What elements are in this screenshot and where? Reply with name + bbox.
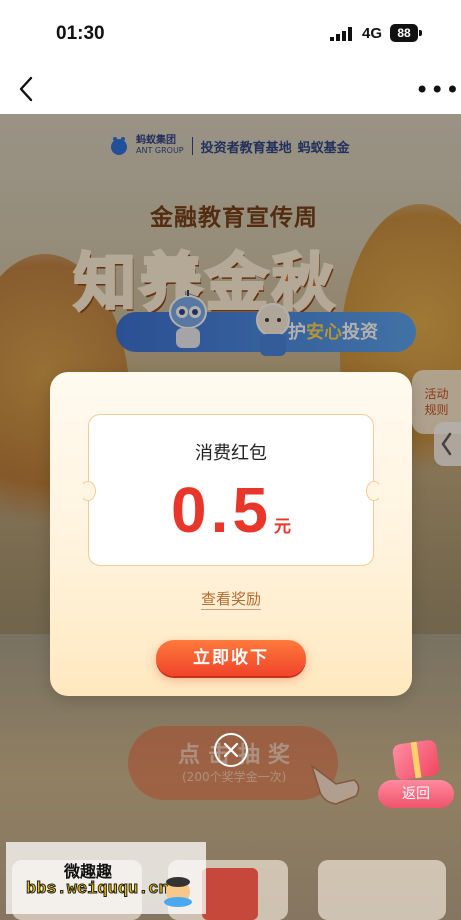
battery-level: 88 <box>390 24 418 42</box>
nav-bar: ••• <box>0 66 461 114</box>
amount-value: 0.5 <box>171 474 272 546</box>
watermark-url: bbs.weiququ.cn <box>26 880 170 900</box>
more-options-icon[interactable]: ••• <box>415 76 460 104</box>
network-type: 4G <box>362 25 383 42</box>
status-bar: 01:30 4G 88 <box>0 0 461 66</box>
status-time: 01:30 <box>56 23 105 44</box>
back-arrow-icon[interactable] <box>14 74 40 104</box>
red-packet-card <box>202 868 258 920</box>
bottom-card-3 <box>318 860 446 920</box>
claim-now-button[interactable]: 立即收下 <box>156 640 306 676</box>
close-icon <box>223 742 239 758</box>
signal-icon <box>330 27 352 41</box>
floating-back-widget[interactable]: 返回 <box>376 739 456 808</box>
close-modal-button[interactable] <box>214 733 248 767</box>
watermark-mascot-icon <box>164 877 192 907</box>
watermark-site-name: 微趣趣 <box>64 862 113 881</box>
watermark: 微趣趣 bbs.weiququ.cn <box>6 842 206 914</box>
coupon-card: 消费红包 0.5 元 <box>80 414 382 566</box>
view-reward-link[interactable]: 查看奖励 <box>200 590 261 610</box>
amount-unit: 元 <box>273 517 291 537</box>
coupon-amount: 0.5 元 <box>89 473 373 547</box>
view-reward-link-wrap: 查看奖励 <box>50 588 412 610</box>
coupon-title: 消费红包 <box>195 443 267 464</box>
gift-box-icon <box>391 739 441 781</box>
battery-icon: 88 <box>390 24 422 42</box>
reward-modal: 消费红包 0.5 元 查看奖励 立即收下 <box>50 372 412 696</box>
back-button[interactable]: 返回 <box>378 780 454 808</box>
